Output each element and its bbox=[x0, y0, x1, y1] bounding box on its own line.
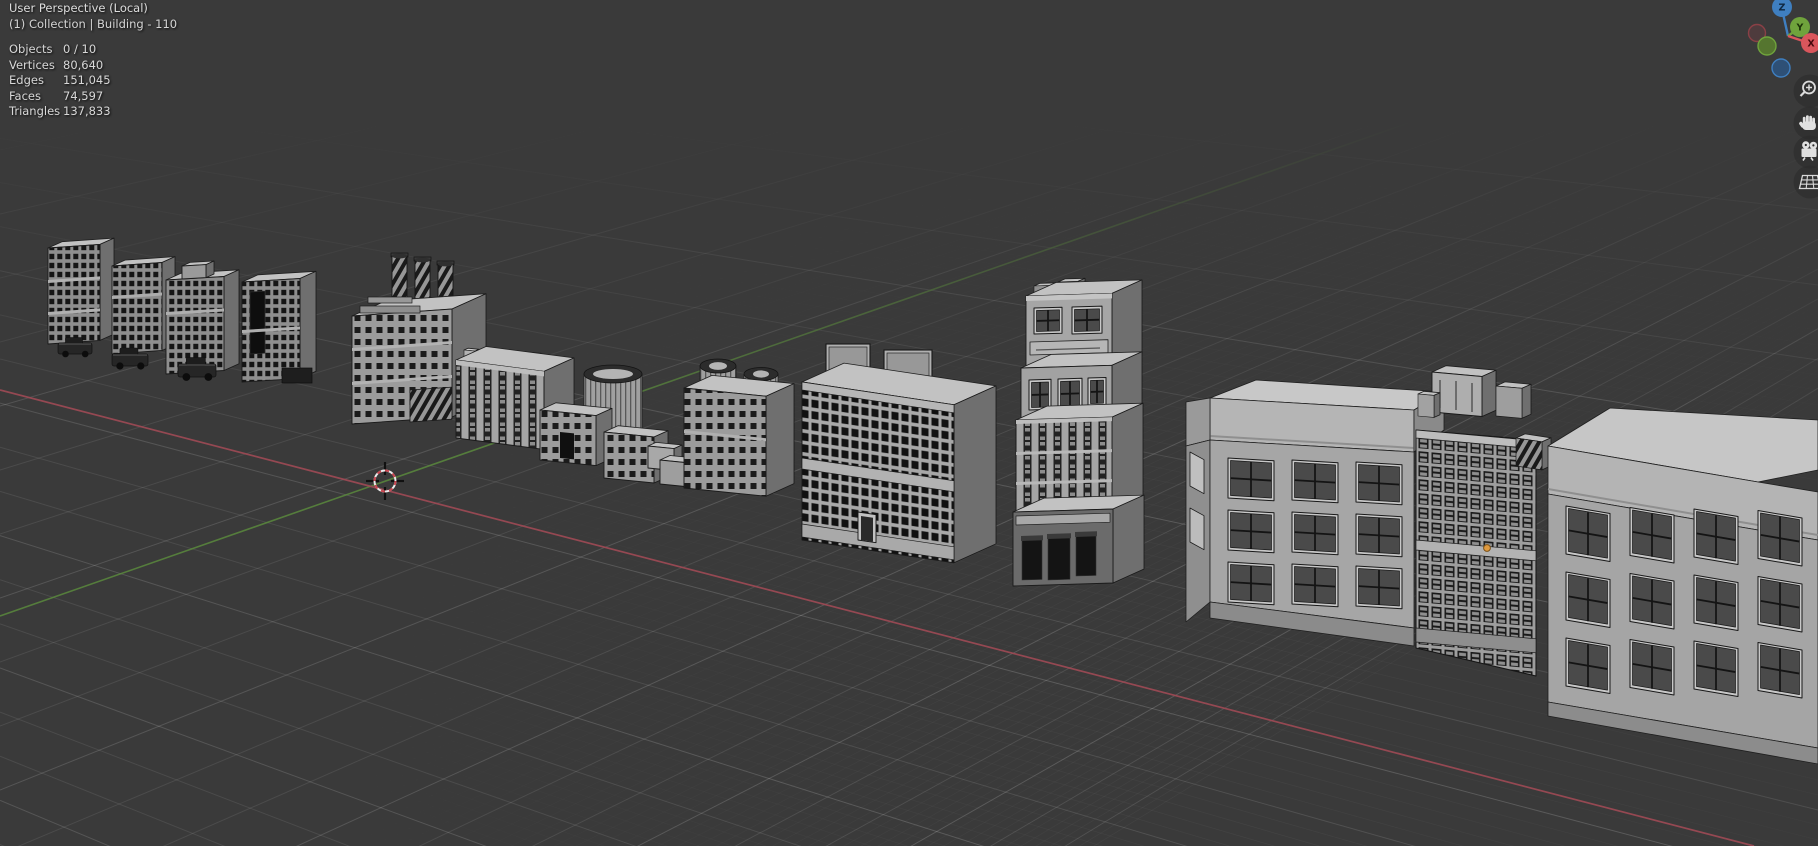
viewport-overlay-text: User Perspective (Local) (1) Collection … bbox=[9, 1, 177, 120]
navigation-overlay: ZYX bbox=[1747, 0, 1818, 199]
apartment-block-d[interactable] bbox=[241, 270, 317, 383]
stat-value: 80,640 bbox=[63, 57, 104, 72]
stat-label: Objects bbox=[9, 42, 53, 56]
stat-value: 151,045 bbox=[63, 73, 111, 87]
stat-edges: Edges 151,045 bbox=[9, 73, 177, 89]
axis-gizmo[interactable]: ZYX bbox=[1747, 0, 1818, 78]
viewport-toolbar bbox=[1793, 74, 1818, 199]
svg-text:Y: Y bbox=[1796, 22, 1804, 33]
stat-objects: Objects 0 / 10 bbox=[9, 42, 177, 58]
stat-label: Faces bbox=[9, 88, 41, 103]
view-perspective-label: User Perspective (Local) bbox=[9, 1, 148, 15]
apartment-block-c[interactable] bbox=[165, 260, 240, 375]
stat-triangles: Triangles 137,833 bbox=[9, 104, 177, 120]
viewport-canvas[interactable] bbox=[0, 0, 1818, 846]
gizmo-axis-z[interactable]: Z bbox=[1772, 0, 1792, 17]
toolbar-button-zoom[interactable] bbox=[1793, 74, 1818, 108]
stat-faces: Faces 74,597 bbox=[9, 89, 177, 105]
svg-text:Z: Z bbox=[1779, 2, 1786, 13]
toolbar-button-pan-hand[interactable] bbox=[1793, 106, 1818, 140]
blender-3d-viewport[interactable]: User Perspective (Local) (1) Collection … bbox=[0, 0, 1818, 846]
highrise-tower[interactable] bbox=[1012, 277, 1145, 587]
svg-text:X: X bbox=[1807, 38, 1815, 49]
stat-vertices: Vertices 80,640 bbox=[9, 58, 177, 74]
toolbar-button-orthographic-grid[interactable] bbox=[1793, 165, 1818, 199]
stat-label: Vertices bbox=[9, 57, 55, 72]
collection-breadcrumb: (1) Collection | Building - 110 bbox=[9, 16, 178, 31]
statistics-overlay: Objects 0 / 10 Vertices 80,640 Edges 151,045 F… bbox=[9, 42, 177, 120]
apartment-block-a[interactable] bbox=[47, 237, 115, 345]
stat-value: 74,597 bbox=[63, 88, 104, 103]
stat-label: Triangles bbox=[9, 104, 61, 118]
stat-label: Edges bbox=[9, 73, 44, 87]
gizmo-axis-y-negative[interactable] bbox=[1757, 36, 1777, 56]
gizmo-axis-z-negative[interactable] bbox=[1771, 58, 1791, 78]
toolbar-button-camera-view[interactable] bbox=[1793, 135, 1818, 169]
stat-value: 137,833 bbox=[63, 104, 111, 118]
object-origin-dot[interactable] bbox=[1483, 544, 1491, 552]
stat-value: 0 / 10 bbox=[63, 42, 97, 56]
